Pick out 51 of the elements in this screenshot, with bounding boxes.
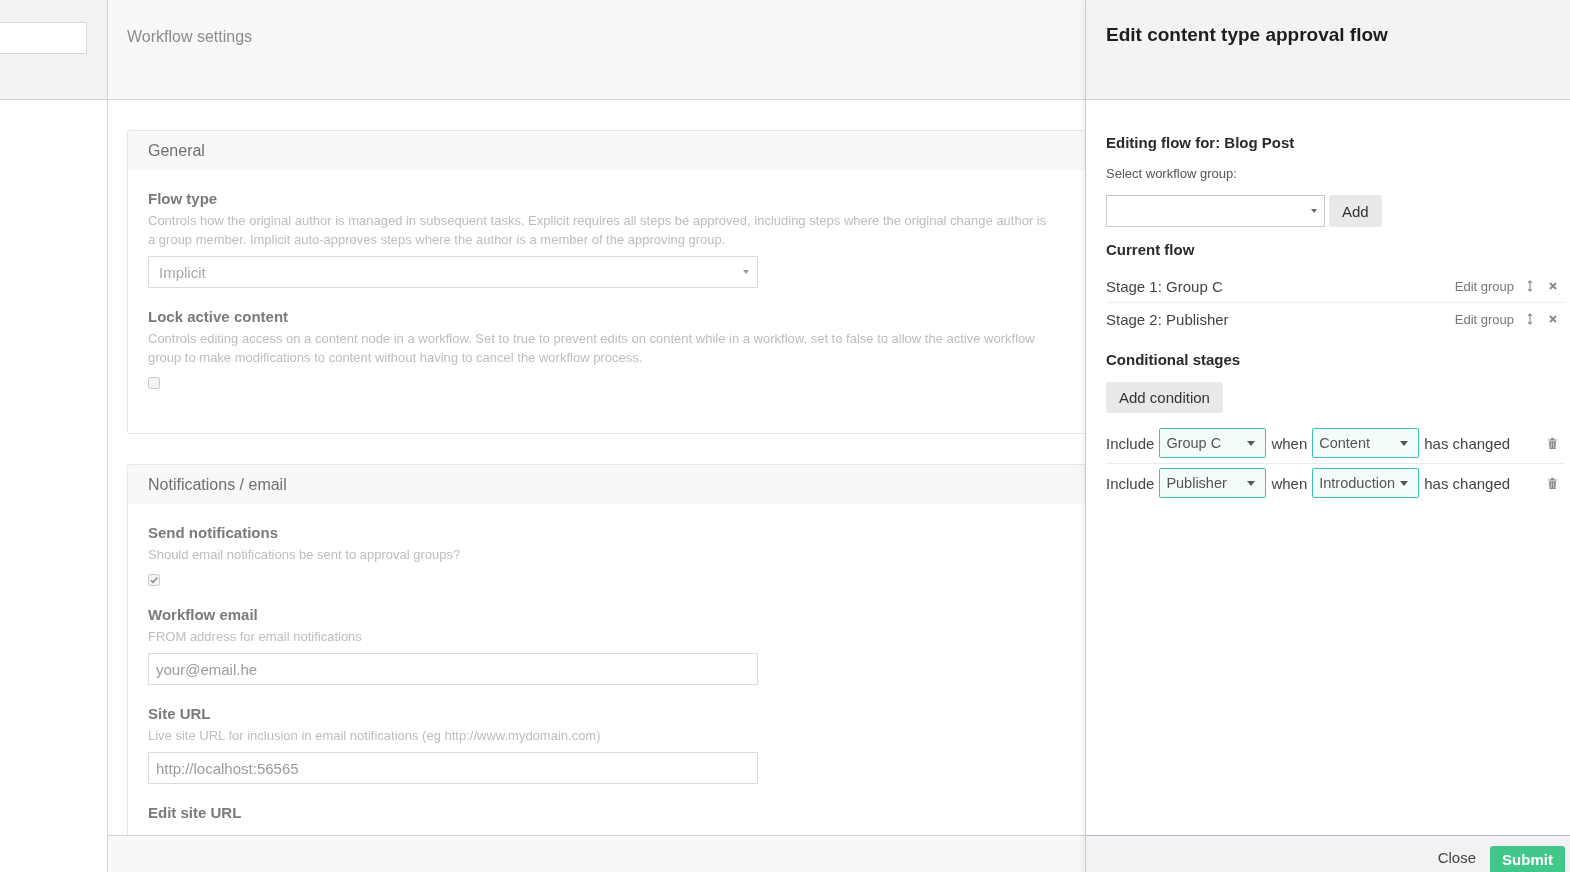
setting-label: Send notifications <box>148 524 279 542</box>
editing-heading: Editing flow for: Blog Post <box>1106 134 1296 152</box>
add-button[interactable]: Add <box>1329 195 1382 227</box>
page-title: Workflow settings <box>127 28 253 45</box>
caret-icon <box>1247 440 1256 446</box>
panel-title: Edit content type approval flow <box>1106 24 1388 45</box>
setting-description: FROM address for email notifications <box>148 628 363 646</box>
edit-group-link[interactable]: Edit group <box>1454 311 1514 327</box>
close-icon[interactable] <box>1549 315 1557 323</box>
input-field[interactable] <box>0 22 87 54</box>
caret-icon <box>1400 480 1409 486</box>
group-select[interactable]: Group C <box>1159 428 1267 458</box>
add-condition-button[interactable]: Add condition <box>1106 382 1223 413</box>
setting-description: Controls how the original author is managed in subsequent tasks. Explicit requires all steps be approved, including steps where the original change author is a group member. Implicit auto-approves steps where the author is a member of the approving group. <box>148 212 1048 249</box>
setting-label: Lock active content <box>148 308 290 326</box>
include-label: Include <box>1106 474 1155 492</box>
close-button[interactable]: Close <box>1437 846 1476 872</box>
setting-label: Flow type <box>148 190 219 208</box>
trash-icon[interactable] <box>1548 477 1557 489</box>
field-label: Select workflow group: <box>1106 166 1238 182</box>
caret-icon <box>1247 480 1256 486</box>
group-select[interactable]: Publisher <box>1159 468 1267 498</box>
condition-suffix: has changed <box>1424 434 1511 452</box>
sort-arrows-icon[interactable] <box>1527 280 1533 292</box>
section-title: Notifications / email <box>148 475 287 494</box>
close-icon[interactable] <box>1549 282 1557 290</box>
property-select[interactable]: Introduction <box>1312 468 1420 498</box>
trash-icon[interactable] <box>1548 437 1557 449</box>
setting-label: Edit site URL <box>148 804 243 822</box>
checkbox[interactable] <box>148 377 160 389</box>
caret-icon <box>743 270 749 274</box>
setting-description: Controls editing access on a content node in a workflow. Set to true to prevent edits on content while in a workflow, set to false to allow the active workflow group to make modifications to content without having to cancel the workflow process. <box>148 330 1036 367</box>
caret-icon <box>1311 209 1317 213</box>
setting-label: Workflow email <box>148 606 259 624</box>
section-title: General <box>148 141 205 160</box>
when-label: when <box>1271 474 1308 492</box>
section-heading: Current flow <box>1106 241 1196 259</box>
section-heading: Conditional stages <box>1106 351 1242 369</box>
sort-arrows-icon[interactable] <box>1527 313 1533 325</box>
include-label: Include <box>1106 434 1155 452</box>
edit-group-link[interactable]: Edit group <box>1454 278 1514 294</box>
stage-name: Stage 2: Publisher <box>1106 310 1230 328</box>
when-label: when <box>1271 434 1308 452</box>
property-select[interactable]: Content <box>1312 428 1420 458</box>
setting-description: Live site URL for inclusion in email notifications (eg http://www.mydomain.com) <box>148 727 602 745</box>
condition-suffix: has changed <box>1424 474 1511 492</box>
caret-icon <box>1400 440 1409 446</box>
checkbox[interactable] <box>148 574 160 586</box>
setting-description: Should email notifications be sent to approval groups? <box>148 546 462 564</box>
stage-name: Stage 1: Group C <box>1106 277 1224 295</box>
setting-label: Site URL <box>148 705 212 723</box>
